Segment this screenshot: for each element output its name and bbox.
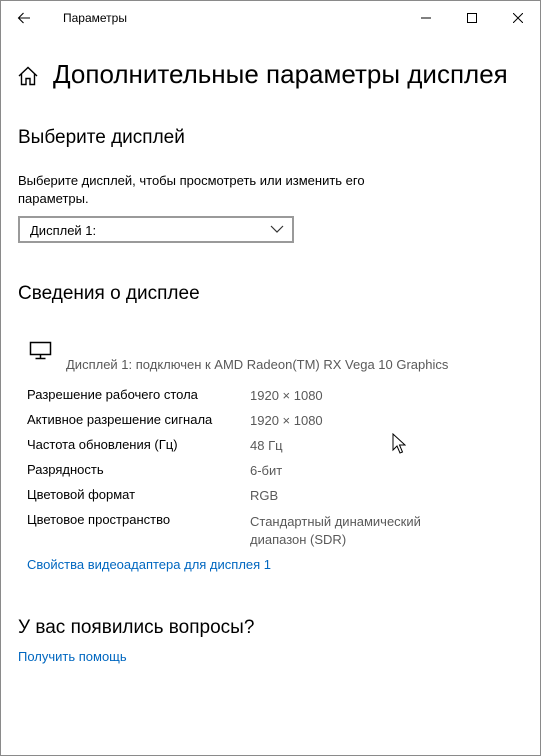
page-title: Дополнительные параметры дисплея: [53, 59, 508, 89]
monitor-icon: [29, 341, 52, 360]
property-value: RGB: [250, 488, 279, 503]
property-value: 1920 × 1080: [250, 413, 323, 428]
select-display-description: Выберите дисплей, чтобы просмотреть или …: [18, 173, 365, 206]
adapter-properties-link[interactable]: Свойства видеоадаптера для дисплея 1: [27, 557, 271, 572]
get-help-link[interactable]: Получить помощь: [18, 649, 127, 664]
display-connection-info: Дисплей 1: подключен к AMD Radeon(TM) RX…: [66, 357, 449, 372]
minimize-button[interactable]: [403, 1, 449, 35]
help-heading: У вас появились вопросы?: [18, 617, 255, 638]
property-label: Цветовое пространство: [27, 512, 171, 527]
chevron-down-icon: [270, 225, 284, 233]
settings-window: Параметры Дополнительные параметры диспл…: [0, 0, 541, 756]
property-value: Стандартный динамический диапазон (SDR): [250, 514, 421, 547]
minimize-icon: [421, 17, 431, 19]
property-value: 1920 × 1080: [250, 388, 323, 403]
property-label: Цветовой формат: [27, 487, 136, 502]
window-title: Параметры: [63, 11, 127, 25]
display-dropdown[interactable]: Дисплей 1:: [18, 216, 294, 243]
mouse-pointer-icon: [392, 433, 406, 454]
property-label: Частота обновления (Гц): [27, 437, 178, 452]
display-dropdown-value: Дисплей 1:: [30, 223, 97, 238]
property-label: Разрешение рабочего стола: [27, 387, 198, 402]
select-display-heading: Выберите дисплей: [18, 127, 185, 148]
property-value: 48 Гц: [250, 438, 283, 453]
display-info-heading: Сведения о дисплее: [18, 283, 200, 304]
maximize-icon: [467, 13, 477, 23]
title-bar: Параметры: [1, 1, 540, 35]
property-label: Разрядность: [27, 462, 104, 477]
close-icon: [513, 13, 523, 23]
arrow-left-icon: [17, 12, 30, 24]
property-label: Активное разрешение сигнала: [27, 412, 213, 427]
maximize-button[interactable]: [449, 1, 495, 35]
home-icon[interactable]: [17, 65, 39, 87]
close-button[interactable]: [495, 1, 540, 35]
back-button[interactable]: [9, 4, 39, 32]
property-value: 6-бит: [250, 463, 283, 478]
